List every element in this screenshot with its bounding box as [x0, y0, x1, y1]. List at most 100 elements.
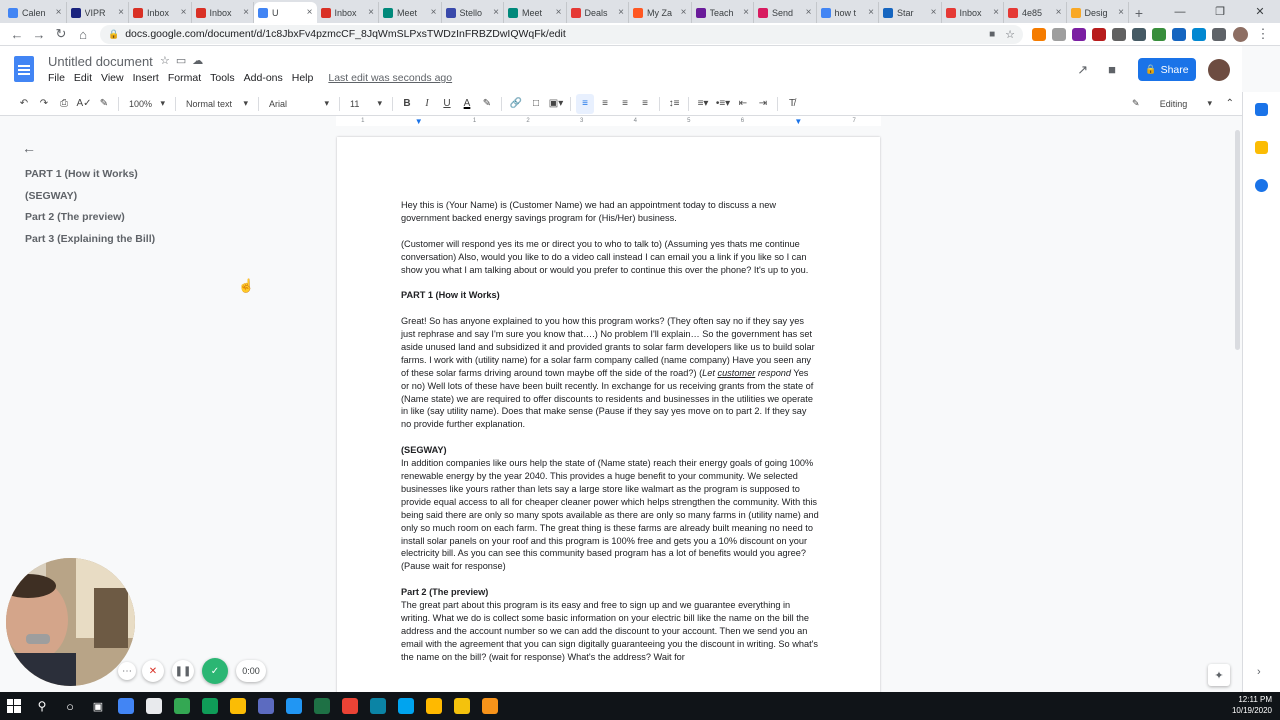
- bold-icon[interactable]: B: [398, 94, 416, 114]
- maximize-icon[interactable]: ❐: [1200, 0, 1240, 23]
- paragraph[interactable]: In addition companies like ours help the…: [401, 457, 819, 573]
- menu-insert[interactable]: Insert: [133, 72, 159, 84]
- align-justify-icon[interactable]: ≡: [636, 94, 654, 114]
- webcam-bubble[interactable]: [6, 558, 135, 686]
- extension-icon[interactable]: [1172, 27, 1186, 41]
- browser-tab[interactable]: Teach ×: [692, 2, 754, 23]
- url-field[interactable]: 🔒 docs.google.com/document/d/1c8JbxFv4pz…: [100, 24, 1023, 44]
- tab-close-icon[interactable]: ×: [993, 7, 999, 18]
- print-icon[interactable]: ⎙: [55, 94, 73, 114]
- browser-tab[interactable]: My Za ×: [629, 2, 692, 23]
- outline-item[interactable]: Part 3 (Explaining the Bill): [18, 233, 318, 255]
- extension-icon[interactable]: [1092, 27, 1106, 41]
- task-view-icon[interactable]: ▣: [84, 692, 112, 720]
- extension-icon[interactable]: [1052, 27, 1066, 41]
- browser-tab[interactable]: U ×: [254, 2, 317, 23]
- browser-tab[interactable]: Deals ×: [567, 2, 629, 23]
- share-button[interactable]: 🔒 Share: [1138, 58, 1196, 81]
- more-menu-icon[interactable]: ⋮: [1252, 24, 1274, 44]
- taskbar-app-icon[interactable]: [140, 692, 168, 720]
- puzzle-icon[interactable]: [1212, 27, 1226, 41]
- extension-icon[interactable]: [1072, 27, 1086, 41]
- tab-close-icon[interactable]: ×: [431, 7, 437, 18]
- tab-close-icon[interactable]: ×: [1118, 7, 1124, 18]
- line-spacing-icon[interactable]: ↕≡: [665, 94, 683, 114]
- finish-recording-icon[interactable]: ✓: [202, 658, 228, 684]
- docs-logo-icon[interactable]: [14, 56, 34, 82]
- style-select[interactable]: Normal text ▾: [182, 94, 252, 114]
- search-icon[interactable]: ⚲: [28, 692, 56, 720]
- keep-icon[interactable]: [1255, 141, 1268, 154]
- browser-tab[interactable]: VIPR ×: [67, 2, 129, 23]
- tasks-icon[interactable]: [1255, 179, 1268, 192]
- clear-formatting-icon[interactable]: T̸: [783, 94, 801, 114]
- menu-addons[interactable]: Add-ons: [244, 72, 283, 84]
- scrollbar-thumb[interactable]: [1235, 130, 1240, 350]
- browser-tab[interactable]: 4e85 ×: [1004, 2, 1067, 23]
- outline-item[interactable]: Part 2 (The preview): [18, 211, 318, 233]
- tab-close-icon[interactable]: ×: [1056, 7, 1062, 18]
- start-icon[interactable]: [0, 692, 28, 720]
- tab-close-icon[interactable]: ×: [681, 7, 687, 18]
- paragraph[interactable]: (Customer will respond yes its me or dir…: [401, 238, 819, 277]
- system-clock[interactable]: 12:11 PM 10/19/2020: [1232, 694, 1272, 716]
- font-size-select[interactable]: 11 ▾: [346, 94, 386, 114]
- browser-tab[interactable]: how t ×: [817, 2, 879, 23]
- taskbar-app-icon[interactable]: [448, 692, 476, 720]
- new-tab-button[interactable]: +: [1129, 2, 1149, 23]
- taskbar-app-icon[interactable]: [112, 692, 140, 720]
- comment-icon[interactable]: □: [527, 94, 545, 114]
- tab-close-icon[interactable]: ×: [243, 7, 249, 18]
- outline-item[interactable]: (SEGWAY): [18, 190, 318, 212]
- home-icon[interactable]: ⌂: [72, 24, 94, 44]
- document-page[interactable]: Hey this is (Your Name) is (Customer Nam…: [337, 137, 880, 697]
- bulleted-list-icon[interactable]: •≡▾: [714, 94, 732, 114]
- close-outline-icon[interactable]: ←: [22, 140, 318, 156]
- browser-tab[interactable]: Inbox ×: [317, 2, 379, 23]
- explore-icon[interactable]: ✦: [1208, 664, 1230, 686]
- tab-close-icon[interactable]: ×: [618, 7, 624, 18]
- heading-segway[interactable]: (SEGWAY): [401, 444, 819, 457]
- tab-close-icon[interactable]: ×: [868, 7, 874, 18]
- ruler-indent-marker[interactable]: ▼: [415, 117, 423, 126]
- increase-indent-icon[interactable]: ⇥: [754, 94, 772, 114]
- menu-edit[interactable]: Edit: [74, 72, 92, 84]
- document-body[interactable]: Hey this is (Your Name) is (Customer Nam…: [401, 199, 819, 676]
- extension-icon[interactable]: [1192, 27, 1206, 41]
- tab-close-icon[interactable]: ×: [493, 7, 499, 18]
- taskbar-app-icon[interactable]: [196, 692, 224, 720]
- taskbar-app-icon[interactable]: [252, 692, 280, 720]
- numbered-list-icon[interactable]: ≡▾: [694, 94, 712, 114]
- back-icon[interactable]: ←: [6, 24, 28, 44]
- decrease-indent-icon[interactable]: ⇤: [734, 94, 752, 114]
- menu-file[interactable]: File: [48, 72, 65, 84]
- highlight-icon[interactable]: ✎: [478, 94, 496, 114]
- image-icon[interactable]: ▣▾: [547, 94, 565, 114]
- align-left-icon[interactable]: ≡: [576, 93, 594, 114]
- browser-tab[interactable]: Inbox ×: [192, 2, 254, 23]
- paragraph[interactable]: The great part about this program is its…: [401, 599, 819, 664]
- tab-close-icon[interactable]: ×: [743, 7, 749, 18]
- more-options-icon[interactable]: ⋯: [118, 662, 136, 680]
- menu-help[interactable]: Help: [292, 72, 314, 84]
- italic-icon[interactable]: I: [418, 94, 436, 114]
- tab-close-icon[interactable]: ×: [806, 7, 812, 18]
- paragraph[interactable]: Hey this is (Your Name) is (Customer Nam…: [401, 199, 819, 225]
- browser-tab[interactable]: Meet ×: [379, 2, 442, 23]
- font-select[interactable]: Arial ▾: [265, 94, 333, 114]
- taskbar-app-icon[interactable]: [336, 692, 364, 720]
- paint-format-icon[interactable]: ✎: [95, 94, 113, 114]
- browser-tab[interactable]: Calen ×: [4, 2, 67, 23]
- tab-close-icon[interactable]: ×: [181, 7, 187, 18]
- heading-part1[interactable]: PART 1 (How it Works): [401, 289, 819, 302]
- cortana-icon[interactable]: ○: [56, 692, 84, 720]
- taskbar-app-icon[interactable]: [420, 692, 448, 720]
- cloud-icon[interactable]: ☁: [192, 55, 209, 67]
- text-color-icon[interactable]: A: [458, 94, 476, 114]
- browser-tab[interactable]: Inbox ×: [129, 2, 192, 23]
- align-center-icon[interactable]: ≡: [596, 94, 614, 114]
- link-icon[interactable]: 🔗: [507, 94, 525, 114]
- align-right-icon[interactable]: ≡: [616, 94, 634, 114]
- cancel-recording-icon[interactable]: ✕: [142, 660, 164, 682]
- extension-icon[interactable]: [1152, 27, 1166, 41]
